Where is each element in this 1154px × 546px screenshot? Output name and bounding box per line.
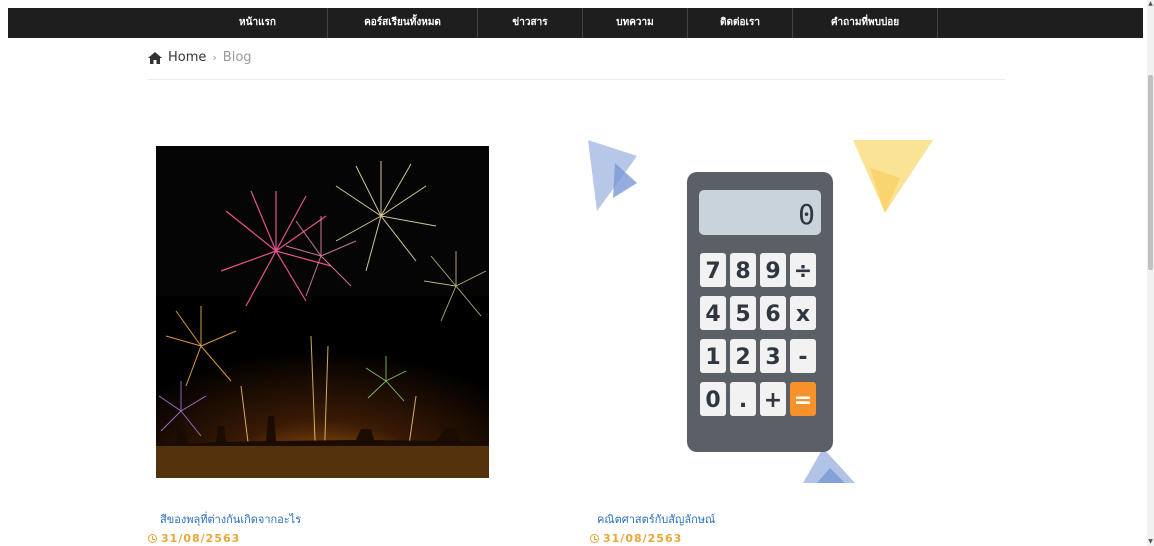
calculator-key-label: - <box>798 345 807 370</box>
home-icon <box>148 51 162 64</box>
scroll-down-arrow-icon[interactable]: ▼ <box>1147 538 1154 546</box>
post-date-fireworks: 31/08/2563 <box>148 532 240 545</box>
calculator-key-label: 7 <box>705 259 720 284</box>
calculator-key-label: x <box>796 302 810 327</box>
clock-icon <box>148 534 157 543</box>
nav-item-articles[interactable]: บทความ <box>583 8 688 38</box>
calculator-key-label: 6 <box>765 302 780 327</box>
calculator-key-label: 4 <box>705 302 720 327</box>
scroll-up-arrow-icon[interactable]: ▲ <box>1147 0 1154 8</box>
nav-item-courses[interactable]: คอร์สเรียนทั้งหมด <box>328 8 478 38</box>
fireworks-image[interactable] <box>156 146 489 478</box>
calculator-key-label: 9 <box>765 259 780 284</box>
calculator-key-label: ÷ <box>794 259 812 284</box>
calculator-key-label: 5 <box>735 302 750 327</box>
calculator-key-label: 1 <box>705 345 720 370</box>
breadcrumb-current: Blog <box>222 50 252 65</box>
nav-item-news[interactable]: ข่าวสาร <box>478 8 583 38</box>
calculator-key-label: + <box>764 388 782 413</box>
post-date-text: 31/08/2563 <box>161 532 241 545</box>
breadcrumb-separator: › <box>212 51 217 64</box>
clock-icon <box>590 534 599 543</box>
calculator-display: 0 <box>798 198 815 231</box>
nav-item-home[interactable]: หน้าแรก <box>8 8 328 38</box>
calculator-key-label: 8 <box>735 259 750 284</box>
calculator-key-label: 3 <box>765 345 780 370</box>
calculator-key-label: 0 <box>705 388 720 413</box>
breadcrumb: Home › Blog <box>148 50 252 65</box>
post-date-math: 31/08/2563 <box>590 532 682 545</box>
calculator-key-label: = <box>794 388 812 413</box>
nav-item-contact[interactable]: ติดต่อเรา <box>688 8 793 38</box>
calculator-illustration[interactable]: 0 7 8 9 ÷ 4 5 6 x 1 2 3 - 0. + = <box>585 138 935 488</box>
calculator-key-label: 2 <box>735 345 750 370</box>
breadcrumb-home-link[interactable]: Home <box>168 50 206 65</box>
calculator-key-label: . <box>739 388 747 413</box>
nav-item-faq[interactable]: คำถามที่พบบ่อย <box>793 8 938 38</box>
scrollbar-thumb[interactable] <box>1148 75 1153 270</box>
divider <box>148 79 1005 80</box>
post-title-math[interactable]: คณิตศาสตร์กับสัญลักษณ์ <box>597 510 715 528</box>
top-navigation: หน้าแรก คอร์สเรียนทั้งหมด ข่าวสาร บทความ… <box>8 8 1143 38</box>
post-title-fireworks[interactable]: สีของพลุที่ต่างกันเกิดจากอะไร <box>160 510 301 528</box>
post-date-text: 31/08/2563 <box>603 532 683 545</box>
